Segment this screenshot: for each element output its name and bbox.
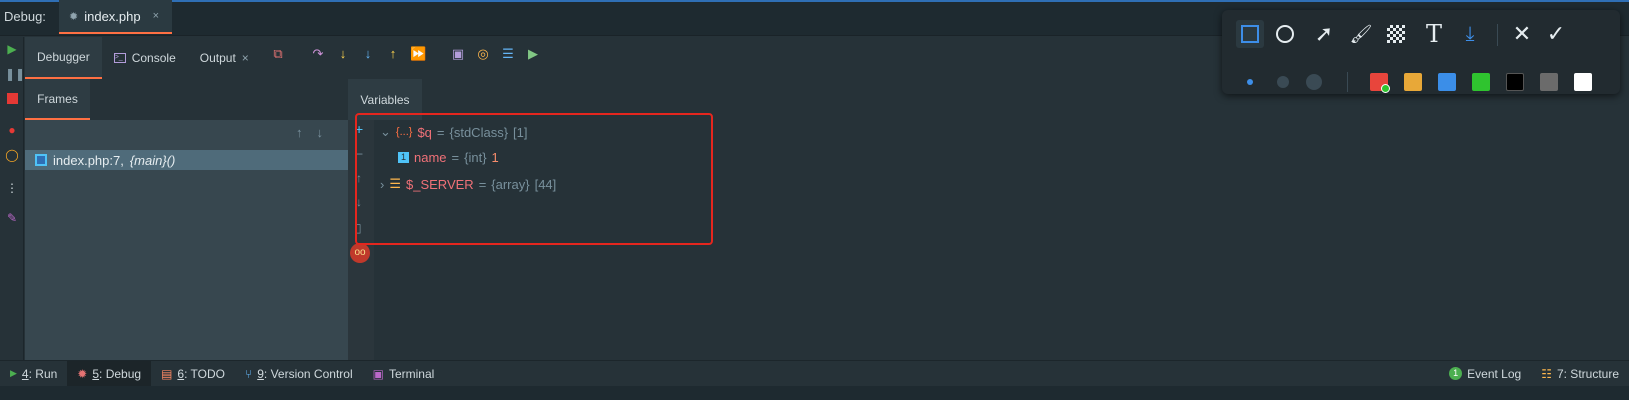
mute-breakpoints-icon[interactable]: ◯ [5,148,19,162]
brush-tool-icon[interactable]: 🖌 [1347,20,1375,48]
tab-run[interactable]: ▶ 4: Run [0,361,67,387]
mosaic-tool-icon[interactable] [1382,20,1410,48]
list-icon[interactable]: ☰ [500,46,516,62]
annotation-toolbar: ➚ 🖌 T ⤓ ✕ ✓ [1222,10,1620,94]
tab-run-num: 4 [21,366,29,381]
tab-todo[interactable]: ▤ 6: TODO [151,361,235,387]
separator [1347,72,1348,92]
close-icon[interactable]: × [153,10,159,22]
tab-run-label: : Run [28,366,58,381]
watch-icon[interactable]: ◎ [475,46,491,62]
frame-icon [35,154,47,166]
size-small-icon[interactable] [1247,79,1253,85]
event-log-badge: 1 [1449,367,1463,380]
separator [435,46,441,62]
close-icon[interactable]: ✕ [1508,20,1536,48]
text-tool-icon[interactable]: T [1420,20,1448,48]
frame-file: index.php:7, [53,152,124,168]
tab-frames-label: Frames [37,91,78,106]
event-log-button[interactable]: 1 Event Log [1439,361,1531,387]
step-over-icon[interactable]: ↷ [310,46,326,62]
terminal-icon: ▣ [372,366,384,381]
tab-output-label: Output [199,51,236,65]
size-large-icon[interactable] [1306,74,1322,90]
separator [1497,24,1498,46]
selected-check-icon [1381,84,1390,93]
tab-todo-num: 6 [177,366,185,381]
tab-debugger[interactable]: Debugger [25,37,102,79]
run-to-cursor-icon[interactable]: ⏩ [410,46,426,62]
status-bar [0,386,1629,400]
arrow-up-icon[interactable]: ↑ [296,125,303,140]
debug-label: Debug: [4,9,46,24]
tab-terminal[interactable]: ▣ Terminal [363,361,445,387]
tab-console-label: Console [131,51,176,65]
pin-icon[interactable]: ✎ [5,211,19,225]
vcs-icon: ⑂ [245,366,253,381]
run-icon[interactable]: ▶ [525,46,541,62]
glasses-icon[interactable]: oo [350,243,370,263]
tab-variables-label: Variables [360,92,410,107]
step-out-icon[interactable]: ↑ [385,46,401,62]
run-icon: ▶ [10,368,17,378]
tab-debugger-label: Debugger [37,50,90,64]
color-swatch-green[interactable] [1472,73,1490,91]
step-into-icon[interactable]: ↓ [335,46,351,62]
more-icon[interactable]: ⋮ [5,181,19,195]
tab-debug[interactable]: ✹ 5: Debug [67,360,152,387]
structure-button[interactable]: ☷ 7: Structure [1531,361,1629,387]
tab-vcs-label: : Version Control [263,366,353,381]
tool-window-bar: ▶ 4: Run ✹ 5: Debug ▤ 6: TODO ⑂ 9: Versi… [0,360,1629,387]
separator [295,46,301,62]
size-medium-icon[interactable] [1277,76,1289,88]
debug-icon: ✹ [77,366,88,381]
color-swatch-white[interactable] [1574,73,1592,91]
console-icon: >_ [113,53,126,63]
frame-func: {main}() [129,152,176,168]
tab-console[interactable]: >_ Console [102,37,188,79]
frame-nav: ↑ ↓ [296,125,323,140]
tab-version-control[interactable]: ⑂ 9: Version Control [235,361,363,387]
color-swatch-gray[interactable] [1540,73,1558,91]
debugger-tabs: Debugger >_ Console Output × [25,37,261,79]
highlight-rectangle [355,113,713,245]
frames-panel [25,79,348,360]
arrow-down-icon[interactable]: ↓ [317,125,324,140]
resume-icon[interactable]: ▶ [5,42,19,56]
color-swatch-orange[interactable] [1404,73,1422,91]
event-log-label: Event Log [1467,366,1522,381]
check-icon[interactable]: ✓ [1542,20,1570,48]
structure-label: 7: Structure [1556,366,1619,381]
pause-icon[interactable]: ❚❚ [5,67,25,81]
tab-todo-label: : TODO [184,366,226,381]
color-swatch-blue[interactable] [1438,73,1456,91]
ellipse-tool-icon[interactable] [1271,20,1299,48]
rectangle-tool-icon[interactable] [1236,20,1264,48]
left-action-strip: ▶ ❚❚ ● ◯ ⋮ ✎ [0,37,25,360]
close-icon[interactable]: × [242,51,249,65]
tab-output[interactable]: Output × [188,37,261,79]
evaluate-icon[interactable]: ▣ [450,46,466,62]
force-step-into-icon[interactable]: ↓ [360,46,376,62]
tab-terminal-label: Terminal [388,366,435,381]
structure-icon: ☷ [1541,366,1552,381]
tab-index-php[interactable]: ✹ index.php × [59,0,172,34]
arrow-tool-icon[interactable]: ➚ [1310,20,1338,48]
download-icon[interactable]: ⤓ [1456,20,1484,48]
tab-debug-label: : Debug [99,366,142,381]
frame-item[interactable]: index.php:7, {main}() [25,150,348,170]
bug-icon: ✹ [69,10,79,23]
restore-layout-icon[interactable]: ⧉ [270,46,286,62]
color-swatch-black[interactable] [1506,73,1524,91]
debug-toolbar: ⧉ ↷ ↓ ↓ ↑ ⏩ ▣ ◎ ☰ ▶ [270,46,541,62]
stop-icon[interactable] [5,93,19,107]
tab-label: index.php [84,8,141,24]
tab-frames[interactable]: Frames [25,79,90,120]
tab-debug-num: 5 [92,366,100,381]
view-breakpoints-icon[interactable]: ● [5,123,19,137]
todo-icon: ▤ [161,366,173,381]
tab-vcs-num: 9 [257,366,264,381]
